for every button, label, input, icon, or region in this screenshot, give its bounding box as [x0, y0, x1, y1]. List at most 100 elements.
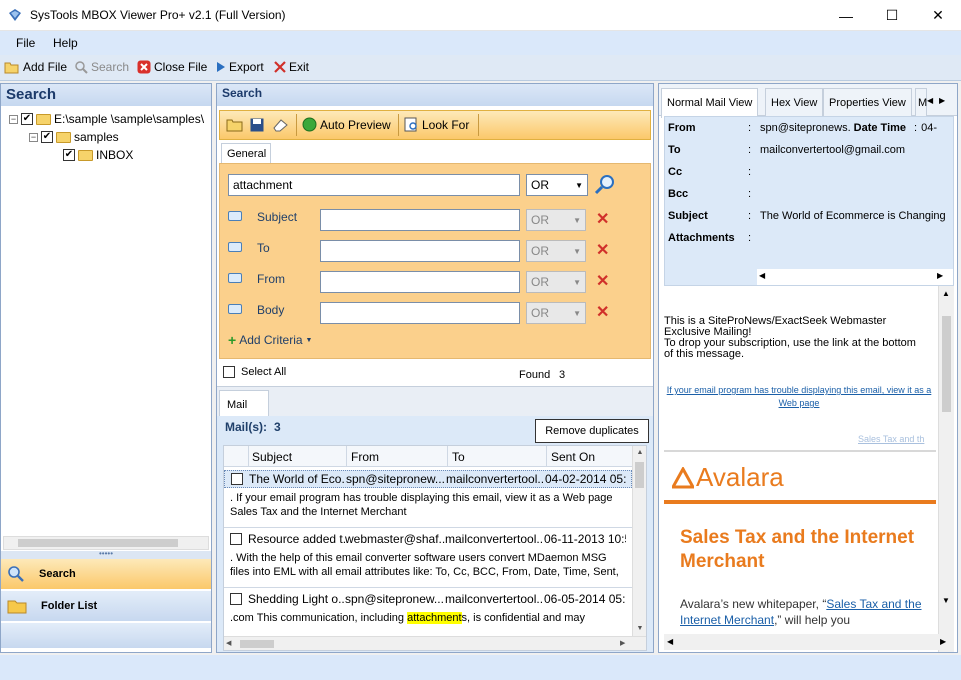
scroll-down-icon[interactable]: ▼ [942, 596, 950, 605]
scroll-right-icon[interactable]: ▶ [940, 637, 946, 646]
mail-sent-on: 06-11-2013 10:5 [544, 532, 626, 546]
menu-file[interactable]: File [16, 36, 35, 50]
header-horizontal-scrollbar[interactable]: ◀ ▶ [757, 269, 953, 285]
mail-row-checkbox[interactable] [231, 473, 243, 485]
mail-body-vertical-scrollbar[interactable]: ▲ ▼ [938, 286, 954, 652]
mail-row[interactable]: The World of Eco... spn@sitepronew... ma… [224, 470, 632, 528]
preview-panel: Normal Mail View Hex View Properties Vie… [658, 83, 958, 653]
to-input[interactable] [320, 240, 520, 262]
mail-row-cells[interactable]: Resource added t... webmaster@shaf... ma… [224, 530, 632, 548]
close-window-button[interactable]: ✕ [915, 0, 961, 31]
scroll-right-icon[interactable]: ▶ [937, 271, 943, 280]
tree-node-root[interactable]: − ✔ E:\sample \sample\samples\ [9, 110, 209, 128]
tab-scroll-right-icon[interactable]: ▶ [939, 96, 945, 105]
mail-row-cells[interactable]: Shedding Light o... spn@sitepronew... ma… [224, 590, 632, 608]
mail-sent-on: 04-02-2014 05:1 [545, 472, 627, 486]
remove-duplicates-button[interactable]: Remove duplicates [535, 419, 649, 443]
scroll-right-icon[interactable]: ▶ [620, 637, 625, 650]
collapse-icon[interactable]: − [9, 114, 18, 124]
mail-row-checkbox[interactable] [230, 593, 242, 605]
search-button[interactable]: Search [75, 60, 129, 74]
mail-grid-horizontal-scrollbar[interactable]: ◀ ▶ [224, 636, 646, 650]
tab-more[interactable]: M [915, 88, 927, 116]
sales-tax-small-link[interactable]: Sales Tax and th [858, 434, 924, 444]
scroll-thumb[interactable] [18, 539, 178, 547]
mail-grid-vertical-scrollbar[interactable]: ▲ ▼ [632, 446, 646, 636]
scroll-up-icon[interactable]: ▲ [942, 289, 950, 298]
scroll-left-icon[interactable]: ◀ [226, 637, 231, 650]
scroll-left-icon[interactable]: ◀ [667, 637, 673, 646]
tree-node-samples[interactable]: − ✔ samples [9, 128, 209, 146]
mail-from: spn@sitepronew... [346, 472, 445, 486]
mail-row[interactable]: Resource added t... webmaster@shaf... ma… [224, 530, 632, 588]
scroll-thumb[interactable] [942, 316, 951, 412]
nav-folder-list-button[interactable]: Folder List [1, 591, 211, 621]
splitter-grip[interactable]: ••••• [1, 550, 211, 559]
auto-preview-button[interactable]: Auto Preview [302, 117, 391, 132]
scroll-thumb[interactable] [635, 462, 644, 488]
search-toolbar: Auto Preview Look For [219, 110, 651, 140]
mail-body-horizontal-scrollbar[interactable]: ◀ ▶ [664, 634, 954, 650]
scroll-up-icon[interactable]: ▲ [633, 446, 646, 460]
add-file-label: Add File [23, 60, 68, 74]
exit-x-icon [274, 61, 286, 73]
remove-criteria-icon[interactable]: ✕ [596, 271, 609, 291]
tab-normal-mail-view[interactable]: Normal Mail View [661, 88, 759, 118]
remove-criteria-icon[interactable]: ✕ [596, 209, 609, 229]
scroll-down-icon[interactable]: ▼ [633, 622, 646, 636]
tab-general[interactable]: General [221, 143, 271, 164]
collapse-icon[interactable]: − [29, 132, 38, 142]
look-for-button[interactable]: Look For [404, 117, 469, 132]
tree-node-inbox[interactable]: ✔ INBOX [9, 146, 209, 164]
from-operator-select[interactable]: OR ▼ [526, 271, 586, 293]
remove-criteria-icon[interactable]: ✕ [596, 240, 609, 260]
column-to[interactable]: To [452, 450, 465, 464]
tab-properties-view[interactable]: Properties View [823, 88, 912, 116]
nav-search-button[interactable]: Search [1, 559, 211, 589]
tree-checkbox-samples[interactable]: ✔ [41, 131, 53, 143]
export-button[interactable]: Export [216, 60, 264, 74]
tab-hex-view[interactable]: Hex View [765, 88, 824, 116]
save-icon[interactable] [250, 118, 264, 132]
maximize-button[interactable]: ☐ [869, 0, 915, 31]
menu-help[interactable]: Help [53, 36, 78, 50]
view-as-web-page-link[interactable]: If your email program has trouble displa… [666, 384, 932, 410]
search-query-input[interactable]: attachment [228, 174, 520, 196]
scroll-left-icon[interactable]: ◀ [759, 271, 765, 280]
exit-button[interactable]: Exit [274, 60, 309, 74]
column-from[interactable]: From [351, 450, 379, 464]
query-operator-select[interactable]: OR ▼ [526, 174, 588, 196]
tree-horizontal-scrollbar[interactable] [3, 536, 209, 550]
add-file-button[interactable]: Add File [4, 60, 67, 74]
header-row-cc: Cc: [665, 161, 953, 183]
tree-checkbox-root[interactable]: ✔ [21, 113, 33, 125]
add-criteria-button[interactable]: + Add Criteria ▼ [224, 330, 316, 350]
close-file-button[interactable]: Close File [137, 60, 207, 74]
column-subject[interactable]: Subject [252, 450, 292, 464]
body-operator-select[interactable]: OR ▼ [526, 302, 586, 324]
mail-row[interactable]: Shedding Light o... spn@sitepronew... ma… [224, 590, 632, 630]
mail-row-checkbox[interactable] [230, 533, 242, 545]
tab-scroll-left-icon[interactable]: ◀ [927, 96, 933, 105]
column-divider [346, 446, 347, 467]
eraser-icon[interactable] [273, 118, 288, 132]
tab-mail[interactable]: Mail [219, 390, 269, 417]
minimize-button[interactable]: — [823, 0, 869, 31]
subject-operator-select[interactable]: OR ▼ [526, 209, 586, 231]
remove-criteria-icon[interactable]: ✕ [596, 302, 609, 322]
left-panel: Search − ✔ E:\sample \sample\samples\ − … [0, 83, 212, 653]
to-operator-select[interactable]: OR ▼ [526, 240, 586, 262]
scroll-thumb[interactable] [240, 640, 274, 648]
header-colon: : [748, 122, 752, 134]
body-input[interactable] [320, 302, 520, 324]
column-sent-on[interactable]: Sent On [551, 450, 595, 464]
mail-row-cells[interactable]: The World of Eco... spn@sitepronew... ma… [224, 470, 632, 488]
tree-checkbox-inbox[interactable]: ✔ [63, 149, 75, 161]
open-icon[interactable] [226, 118, 243, 132]
search-go-icon[interactable] [594, 173, 616, 195]
subject-input[interactable] [320, 209, 520, 231]
from-input[interactable] [320, 271, 520, 293]
mail-sent-on: 06-05-2014 05:1 [544, 592, 626, 606]
criteria-label-body: Body [257, 303, 285, 317]
select-all-checkbox[interactable] [223, 366, 235, 378]
